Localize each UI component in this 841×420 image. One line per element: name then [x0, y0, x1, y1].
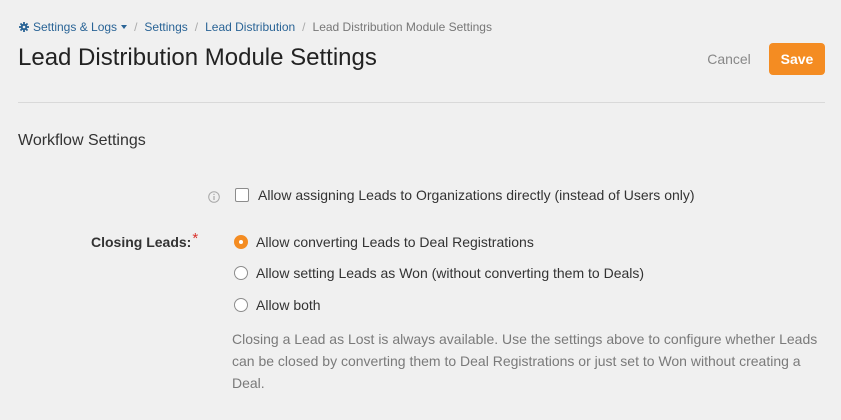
org-assign-checkbox[interactable] [235, 188, 249, 202]
breadcrumb-lead-distribution-link[interactable]: Lead Distribution [205, 20, 295, 34]
page-title: Lead Distribution Module Settings [18, 44, 377, 71]
closing-leads-label-text: Closing Leads: [91, 234, 192, 250]
header-divider [18, 102, 825, 103]
breadcrumb-separator: / [302, 20, 306, 34]
closing-leads-help-text: Closing a Lead as Lost is always availab… [232, 331, 818, 391]
breadcrumb-current: Lead Distribution Module Settings [312, 20, 492, 34]
radio-label-convert: Allow converting Leads to Deal Registrat… [256, 234, 534, 250]
closing-leads-label: Closing Leads:* [91, 230, 198, 251]
caret-down-icon [121, 25, 128, 29]
settings-logs-menu[interactable]: Settings & Logs [19, 20, 128, 34]
radio-option-convert[interactable]: Allow converting Leads to Deal Registrat… [234, 234, 534, 250]
radio-label-both: Allow both [256, 297, 321, 313]
save-button[interactable]: Save [769, 43, 825, 75]
org-assign-label: Allow assigning Leads to Organizations d… [258, 187, 695, 203]
required-asterisk: * [192, 230, 199, 247]
radio-button-both[interactable] [234, 298, 248, 312]
radio-option-both[interactable]: Allow both [234, 297, 321, 313]
section-title: Workflow Settings [18, 132, 146, 149]
info-icon[interactable] [208, 190, 220, 208]
radio-option-won[interactable]: Allow setting Leads as Won (without conv… [234, 265, 644, 281]
radio-button-convert[interactable] [234, 235, 248, 249]
breadcrumb-separator: / [134, 20, 138, 34]
org-assign-option[interactable]: Allow assigning Leads to Organizations d… [235, 187, 695, 203]
cancel-button[interactable]: Cancel [696, 47, 762, 71]
radio-button-won[interactable] [234, 266, 248, 280]
settings-logs-label: Settings & Logs [33, 20, 118, 34]
breadcrumb-separator: / [194, 20, 199, 34]
breadcrumb-settings-link[interactable]: Settings [144, 20, 187, 34]
gear-icon [19, 22, 29, 32]
breadcrumb: Settings & Logs / Settings / Lead Distri… [19, 20, 492, 34]
radio-label-won: Allow setting Leads as Won (without conv… [256, 265, 645, 281]
